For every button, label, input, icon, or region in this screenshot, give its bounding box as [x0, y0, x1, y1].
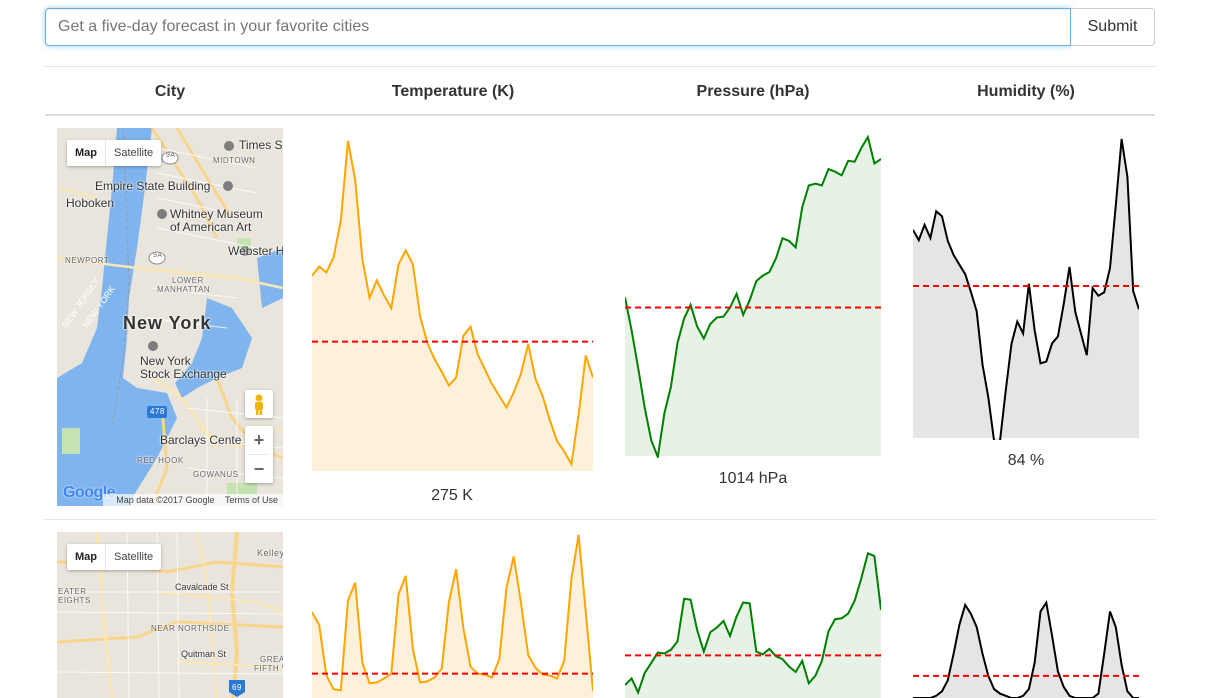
map-type-map-button[interactable]: Map — [67, 140, 106, 166]
temperature-chart-row-1 — [312, 140, 593, 471]
map-type-map-button[interactable]: Map — [67, 544, 106, 570]
map-label-midtown: MIDTOWN — [213, 156, 256, 165]
pressure-mean-label: 1014 hPa — [718, 470, 788, 487]
route-478-shield: 478 — [150, 407, 165, 416]
map-label-fifth-ward-2: FIFTH W — [254, 664, 283, 673]
route-9a-shield: 9A — [166, 152, 176, 159]
map-label-nyse: New York — [140, 354, 191, 368]
zoom-out-button[interactable]: − — [245, 455, 273, 483]
search-form: Submit — [45, 8, 1155, 46]
map-label-barclays: Barclays Cente — [160, 433, 242, 447]
humidity-chart-row-2 — [913, 600, 1139, 698]
humidity-chart-row-1 — [913, 138, 1139, 440]
map-type-toggle-row-2: Map Satellite — [67, 544, 162, 570]
map-label-empire-state: Empire State Building — [95, 179, 211, 193]
map-label-cavalcade: Cavalcade St — [175, 582, 229, 592]
map-label-webster: Webster H — [228, 244, 283, 258]
city-map-new-york[interactable]: NEW JERSEY NEW YORK Times S MIDTOWN Empi… — [57, 128, 283, 506]
city-map-row-2[interactable]: Cavalcade St NEAR NORTHSIDE Quitman St E… — [57, 532, 283, 698]
map-label-eater-heights: EATER — [58, 587, 87, 596]
map-attribution: Map data ©2017 Google Terms of Use — [103, 494, 283, 506]
submit-button[interactable]: Submit — [1071, 8, 1155, 46]
map-label-kelley: Kelley — [257, 548, 283, 558]
map-label-nyse-2: Stock Exchange — [140, 367, 227, 381]
table-header: City Temperature (K) Pressure (hPa) Humi… — [45, 66, 1155, 116]
map-label-quitman: Quitman St — [181, 649, 227, 659]
temperature-chart-row-2 — [312, 534, 593, 698]
humidity-mean-label: 84 % — [1007, 452, 1045, 469]
pressure-row-1-area — [625, 137, 881, 457]
map-label-whitney: Whitney Museum — [170, 207, 263, 221]
map-type-satellite-button[interactable]: Satellite — [106, 140, 161, 166]
map-label-whitney-2: of American Art — [170, 220, 252, 234]
map-label-fifth-ward: GREA — [260, 655, 283, 664]
map-type-satellite-button[interactable]: Satellite — [106, 544, 161, 570]
map-data-attribution: Map data ©2017 Google — [116, 495, 215, 505]
temperature-mean-label: 275 K — [431, 487, 473, 504]
header-pressure: Pressure (hPa) — [696, 83, 810, 100]
map-label-near-northside: NEAR NORTHSIDE — [151, 624, 230, 633]
map-label-lower-manhattan: LOWER — [172, 276, 204, 285]
pressure-chart-row-1 — [625, 134, 881, 458]
map-label-newport: NEWPORT — [65, 256, 110, 265]
route-69-shield: 69 — [232, 683, 242, 692]
map-label-gowanus: GOWANUS — [193, 470, 239, 479]
zoom-control: + − — [245, 426, 273, 483]
header-humidity: Humidity (%) — [977, 83, 1075, 100]
header-temperature: Temperature (K) — [391, 83, 515, 100]
header-city: City — [154, 83, 186, 100]
map-label-times-square: Times S — [239, 138, 283, 152]
route-9a-shield-2: 9A — [153, 252, 163, 259]
map-label-eater-heights-2: EIGHTS — [58, 596, 91, 605]
map-label-hoboken: Hoboken — [66, 196, 115, 210]
terms-of-use-link[interactable]: Terms of Use — [225, 495, 278, 505]
map-label-red-hook: RED HOOK — [137, 456, 184, 465]
city-search-input[interactable] — [45, 8, 1072, 46]
row-divider — [45, 519, 1155, 520]
zoom-in-button[interactable]: + — [245, 426, 273, 454]
map-type-toggle: Map Satellite — [67, 140, 162, 166]
map-label-lower-manhattan-2: MANHATTAN — [157, 285, 211, 294]
street-view-pegman-icon[interactable] — [245, 390, 273, 418]
map-label-city: New York — [123, 313, 212, 333]
pressure-chart-row-2 — [625, 551, 881, 698]
